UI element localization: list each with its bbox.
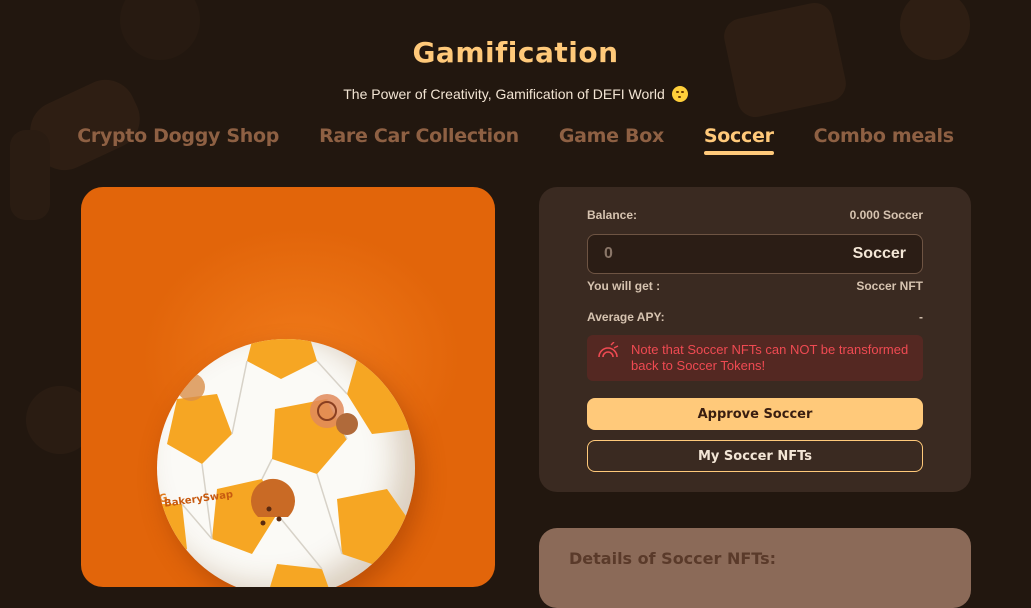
details-card: Details of Soccer NFTs:	[539, 528, 971, 608]
soccer-ball-image: G	[157, 339, 415, 587]
balance-value: 0.000 Soccer	[849, 208, 923, 222]
amount-input[interactable]	[588, 235, 828, 273]
tab-rare-car-collection[interactable]: Rare Car Collection	[319, 125, 519, 155]
apy-value: -	[919, 310, 923, 324]
rainbow-warning-icon	[598, 342, 619, 358]
page-title: Gamification	[412, 36, 619, 69]
soccer-ball-pattern: G	[157, 339, 415, 587]
details-title: Details of Soccer NFTs:	[569, 549, 776, 568]
apy-label: Average APY:	[587, 310, 665, 324]
balance-label: Balance:	[587, 208, 638, 222]
approve-soccer-button[interactable]: Approve Soccer	[587, 398, 923, 430]
tab-crypto-doggy-shop[interactable]: Crypto Doggy Shop	[77, 125, 279, 155]
page-subtitle: The Power of Creativity, Gamification of…	[0, 86, 1031, 102]
warning-notice: Note that Soccer NFTs can NOT be transfo…	[587, 335, 923, 381]
tab-soccer[interactable]: Soccer	[703, 125, 774, 155]
subtitle-text: The Power of Creativity, Gamification of…	[343, 86, 665, 102]
category-tabs: Crypto Doggy Shop Rare Car Collection Ga…	[0, 125, 1031, 155]
warning-text: Note that Soccer NFTs can NOT be transfo…	[631, 342, 909, 373]
nft-image-card: G BakerySwap	[81, 187, 495, 587]
you-get-label: You will get :	[587, 279, 661, 293]
amount-unit: Soccer	[852, 245, 906, 262]
my-soccer-nfts-button[interactable]: My Soccer NFTs	[587, 440, 923, 472]
amount-input-box: Soccer	[587, 234, 923, 274]
you-get-value: Soccer NFT	[856, 279, 923, 293]
yum-face-emoji-icon	[671, 86, 688, 102]
tab-combo-meals[interactable]: Combo meals	[814, 125, 954, 155]
tab-game-box[interactable]: Game Box	[559, 125, 664, 155]
